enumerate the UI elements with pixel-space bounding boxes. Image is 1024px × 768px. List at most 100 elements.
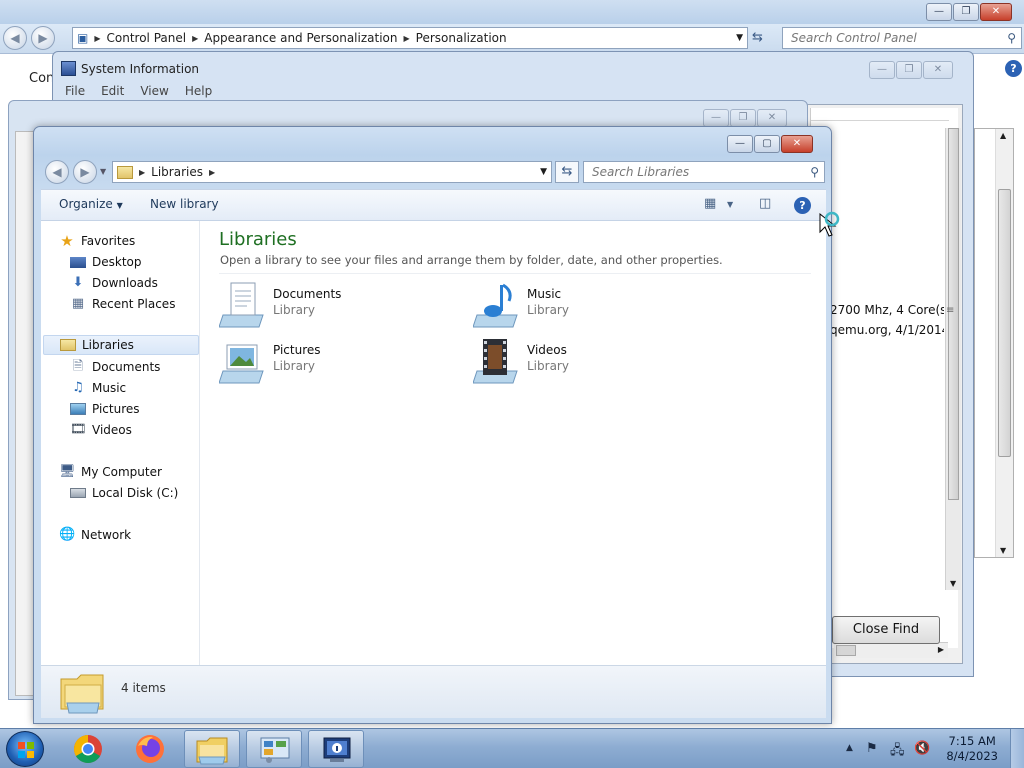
nav-desktop[interactable]: Desktop [70,252,142,272]
chevron-right-icon: ▶ [208,167,216,177]
chevron-right-icon: ▶ [403,33,410,43]
forward-button[interactable]: ▶ [31,26,55,50]
divider [219,273,811,274]
help-icon[interactable]: ? [1005,60,1022,77]
library-tile-videos[interactable]: Videos Library [473,337,713,387]
maximize-button[interactable]: ▢ [754,135,780,153]
menu-view[interactable]: View [140,84,168,98]
nav-favorites[interactable]: ★ Favorites [59,231,135,251]
show-desktop-button[interactable] [1010,729,1024,768]
chevron-down-icon[interactable]: ▼ [540,167,547,177]
start-button[interactable] [6,731,44,767]
scrollbar-thumb[interactable] [998,189,1011,457]
organize-label: Organize [59,197,113,211]
breadcrumb-control-panel[interactable]: Control Panel [107,31,187,45]
nav-libraries[interactable]: Libraries [43,335,199,355]
breadcrumb-libraries[interactable]: Libraries [151,165,203,179]
system-information-icon [323,737,351,762]
libraries-address-bar[interactable]: ▶ Libraries ▶ ▼ [112,161,552,183]
search-icon[interactable]: ⚲ [1007,28,1016,48]
library-tile-pictures[interactable]: Pictures Library [219,337,459,387]
taskbar-system-information[interactable] [308,730,364,768]
minimize-button[interactable]: — [703,109,729,127]
maximize-button[interactable]: ❐ [896,61,922,79]
search-icon[interactable]: ⚲ [810,162,819,182]
close-button[interactable]: ✕ [923,61,953,79]
system-clock[interactable]: 7:15 AM 8/4/2023 [946,734,998,764]
close-button[interactable]: ✕ [781,135,813,153]
new-library-button[interactable]: New library [150,197,219,211]
chevron-down-icon[interactable]: ▼ [727,200,733,209]
scrollbar-thumb[interactable] [836,645,856,656]
control-panel-search-input[interactable]: Search Control Panel ⚲ [782,27,1022,49]
nav-videos[interactable]: 🎞 Videos [70,420,132,440]
taskbar-explorer[interactable] [184,730,240,768]
change-view-icon[interactable]: ▦ [704,196,716,211]
taskbar-control-panel[interactable] [246,730,302,768]
action-center-icon[interactable]: ⚑ [866,741,878,756]
chevron-down-icon: ▼ [116,201,123,210]
close-find-button[interactable]: Close Find [832,616,940,644]
nav-recent-places[interactable]: ▦ Recent Places [70,294,176,314]
vertical-scrollbar[interactable]: ▲ ▼ [995,129,1013,557]
menu-file[interactable]: File [65,84,85,98]
tile-type: Library [273,303,315,317]
volume-muted-icon[interactable]: 🔇 [914,741,930,756]
back-button[interactable]: ◀ [3,26,27,50]
scroll-right-icon[interactable]: ▶ [938,645,944,654]
library-tile-music[interactable]: Music Library [473,281,713,331]
music-library-icon [473,283,518,328]
details-vertical-scrollbar[interactable]: ▼ [945,128,961,590]
nav-downloads[interactable]: ⬇ Downloads [70,273,158,293]
chrome-icon [74,735,102,763]
close-button[interactable]: ✕ [980,3,1012,21]
minimize-button[interactable]: — [727,135,753,153]
back-button[interactable]: ◀ [45,160,69,184]
forward-button[interactable]: ▶ [73,160,97,184]
preview-pane-icon[interactable]: ◫ [759,196,771,211]
nav-documents[interactable]: 🗎 Documents [70,357,161,377]
nav-pictures[interactable]: Pictures [70,399,140,419]
maximize-button[interactable]: ❐ [953,3,979,21]
organize-button[interactable]: Organize ▼ [59,197,123,211]
nav-music[interactable]: ♫ Music [70,378,126,398]
taskbar-chrome[interactable] [60,730,116,768]
maximize-button[interactable]: ❐ [730,109,756,127]
refresh-icon[interactable]: ⇆ [555,161,579,183]
close-button[interactable]: ✕ [757,109,787,127]
breadcrumb-appearance[interactable]: Appearance and Personalization [204,31,397,45]
system-summary-list[interactable] [810,108,958,648]
system-information-caption-buttons: — ❐ ✕ [868,61,953,79]
libraries-search-input[interactable]: Search Libraries ⚲ [583,161,825,183]
help-icon[interactable]: ? [794,197,811,214]
scroll-down-icon[interactable]: ▼ [950,579,956,588]
tile-type: Library [527,303,569,317]
scroll-up-icon[interactable]: ▲ [1000,131,1006,140]
breadcrumb-personalization[interactable]: Personalization [416,31,507,45]
nav-local-disk[interactable]: Local Disk (C:) [70,483,178,503]
taskbar-firefox[interactable] [122,730,178,768]
library-tile-documents[interactable]: Documents Library [219,281,459,331]
minimize-button[interactable]: — [869,61,895,79]
recent-places-icon: ▦ [71,296,85,311]
computer-icon: 🖥 [59,464,76,479]
page-description: Open a library to see your files and arr… [220,253,723,267]
background-window-client [15,131,35,696]
chevron-down-icon[interactable]: ▼ [736,33,743,43]
horizontal-scrollbar[interactable]: ▶ [834,642,948,658]
show-hidden-icons-icon[interactable]: ▲ [846,743,853,753]
network-status-icon[interactable]: 🖧 [890,741,905,763]
libraries-window: — ▢ ✕ ◀ ▶ ▼ ▶ Libraries ▶ ▼ ⇆ Search Lib… [33,126,832,724]
scroll-down-icon[interactable]: ▼ [1000,546,1006,555]
menu-edit[interactable]: Edit [101,84,124,98]
control-panel-address-bar[interactable]: ▣ ▶ Control Panel ▶ Appearance and Perso… [72,27,748,49]
minimize-button[interactable]: — [926,3,952,21]
refresh-icon[interactable]: ⇆ [752,30,763,45]
nav-my-computer[interactable]: 🖥 My Computer [59,462,162,482]
control-panel-navbar: ◀ ▶ ▣ ▶ Control Panel ▶ Appearance and P… [0,24,1024,54]
nav-network[interactable]: 🌐 Network [59,525,131,545]
menu-help[interactable]: Help [185,84,212,98]
recent-pages-icon[interactable]: ▼ [100,167,106,176]
control-panel-titlebar [0,0,1024,24]
details-pane: 4 items [41,665,826,718]
